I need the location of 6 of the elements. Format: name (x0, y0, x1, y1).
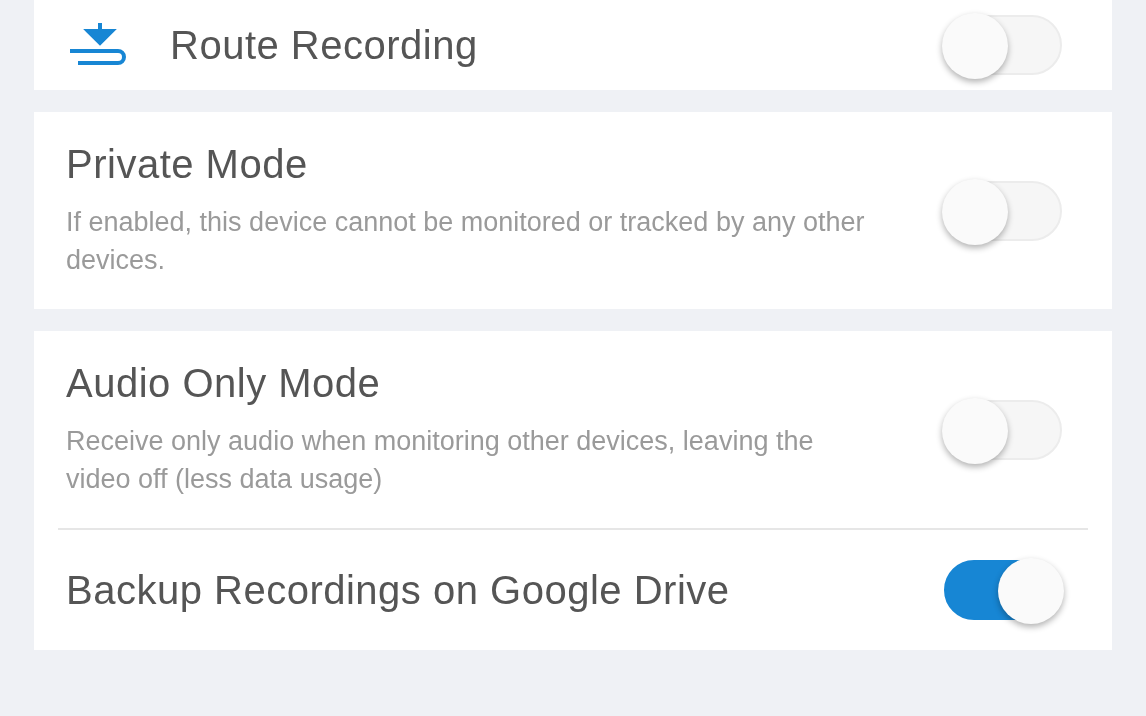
setting-description: Receive only audio when monitoring other devices, leaving the video off (less data usage) (66, 425, 815, 496)
setting-title: Route Recording (170, 22, 479, 68)
setting-title: Audio Only Mode (66, 361, 382, 406)
setting-title: Backup Recordings on Google Drive (66, 567, 731, 613)
setting-description: If enabled, this device cannot be monitored or tracked by any other devices. (66, 206, 866, 277)
setting-title: Private Mode (66, 142, 309, 187)
